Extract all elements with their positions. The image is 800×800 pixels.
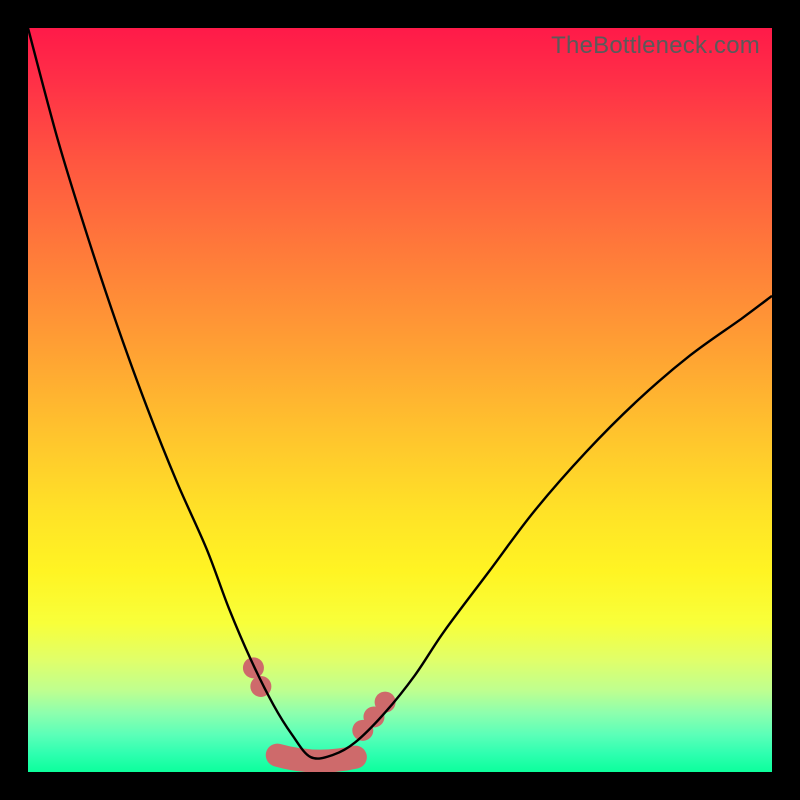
optimal-dot	[375, 692, 396, 713]
plot-area: TheBottleneck.com	[28, 28, 772, 772]
bottleneck-curve	[28, 28, 772, 759]
outer-frame: TheBottleneck.com	[0, 0, 800, 800]
curve-svg	[28, 28, 772, 772]
optimal-markers	[243, 657, 396, 761]
